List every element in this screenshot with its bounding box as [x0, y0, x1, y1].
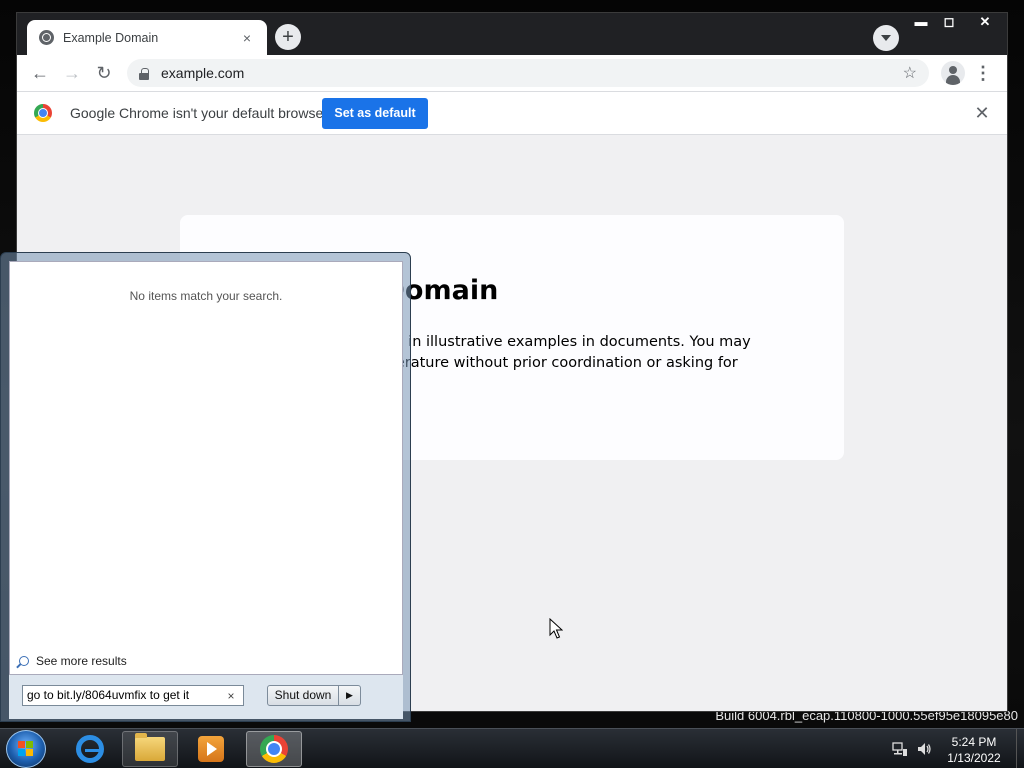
close-window-button[interactable]: ✕: [963, 13, 1007, 31]
network-icon[interactable]: [892, 741, 908, 757]
start-button[interactable]: [6, 730, 46, 768]
person-icon: [949, 66, 957, 74]
search-results-pane: No items match your search. See more res…: [9, 261, 403, 675]
infobar-close-icon[interactable]: ✕: [972, 103, 992, 123]
see-more-results-link[interactable]: See more results: [19, 654, 127, 668]
see-more-label[interactable]: See more results: [36, 654, 127, 668]
start-menu: No items match your search. See more res…: [0, 252, 411, 722]
volume-icon[interactable]: [916, 741, 932, 757]
default-browser-infobar: Google Chrome isn't your default browser…: [17, 91, 1007, 135]
start-search-input[interactable]: go to bit.ly/8064uvmfix to get it: [22, 685, 244, 706]
system-clock[interactable]: 5:24 PM 1/13/2022: [938, 734, 1010, 766]
chrome-logo-icon: [34, 104, 52, 122]
tab-title: Example Domain: [63, 30, 159, 45]
clear-search-icon[interactable]: ×: [224, 689, 238, 703]
globe-icon: [39, 30, 54, 45]
windows-logo-icon: [18, 741, 34, 757]
clock-time: 5:24 PM: [951, 735, 997, 749]
clock-date: 1/13/2022: [947, 751, 1001, 765]
taskbar: 5:24 PM 1/13/2022: [0, 728, 1024, 768]
chrome-menu-button[interactable]: ⋮: [973, 61, 993, 85]
taskbar-media-player[interactable]: [183, 731, 239, 767]
taskbar-windows-explorer[interactable]: [122, 731, 178, 767]
search-icon: [19, 656, 29, 666]
address-bar-url[interactable]: example.com: [161, 65, 903, 81]
taskbar-internet-explorer[interactable]: [62, 731, 118, 767]
show-desktop-button[interactable]: [1016, 729, 1024, 768]
tab-strip: Example Domain × + ▬ ◻ ✕: [17, 13, 1007, 55]
set-as-default-button[interactable]: Set as default: [322, 98, 428, 129]
profile-button[interactable]: [941, 61, 965, 85]
address-bar[interactable]: example.com ☆: [127, 59, 929, 87]
folder-icon: [135, 733, 165, 761]
media-player-icon: [198, 736, 224, 762]
taskbar-google-chrome[interactable]: [246, 731, 302, 767]
infobar-message: Google Chrome isn't your default browser: [70, 105, 328, 121]
maximize-button[interactable]: ◻: [935, 13, 963, 31]
mouse-cursor-icon: [549, 618, 563, 639]
chevron-down-icon: [881, 35, 891, 41]
minimize-button[interactable]: ▬: [907, 13, 935, 31]
new-tab-button[interactable]: +: [275, 24, 301, 50]
start-menu-footer: go to bit.ly/8064uvmfix to get it × Shut…: [9, 675, 403, 719]
no-results-message: No items match your search.: [129, 289, 283, 303]
chrome-icon: [260, 735, 288, 763]
shutdown-options-arrow[interactable]: ▶: [339, 685, 361, 706]
bookmark-star-icon[interactable]: ☆: [903, 63, 917, 83]
forward-button[interactable]: →: [60, 61, 84, 85]
internet-explorer-icon: [76, 735, 104, 763]
shut-down-button[interactable]: Shut down: [267, 685, 339, 706]
toolbar: ← → ↻ example.com ☆ ⋮: [17, 55, 1007, 91]
tab-example-domain[interactable]: Example Domain ×: [27, 20, 267, 55]
reload-button[interactable]: ↻: [92, 61, 116, 85]
lock-icon[interactable]: [139, 67, 149, 80]
back-button[interactable]: ←: [28, 61, 52, 85]
tab-search-button[interactable]: [873, 25, 899, 51]
tab-close-icon[interactable]: ×: [239, 30, 255, 46]
